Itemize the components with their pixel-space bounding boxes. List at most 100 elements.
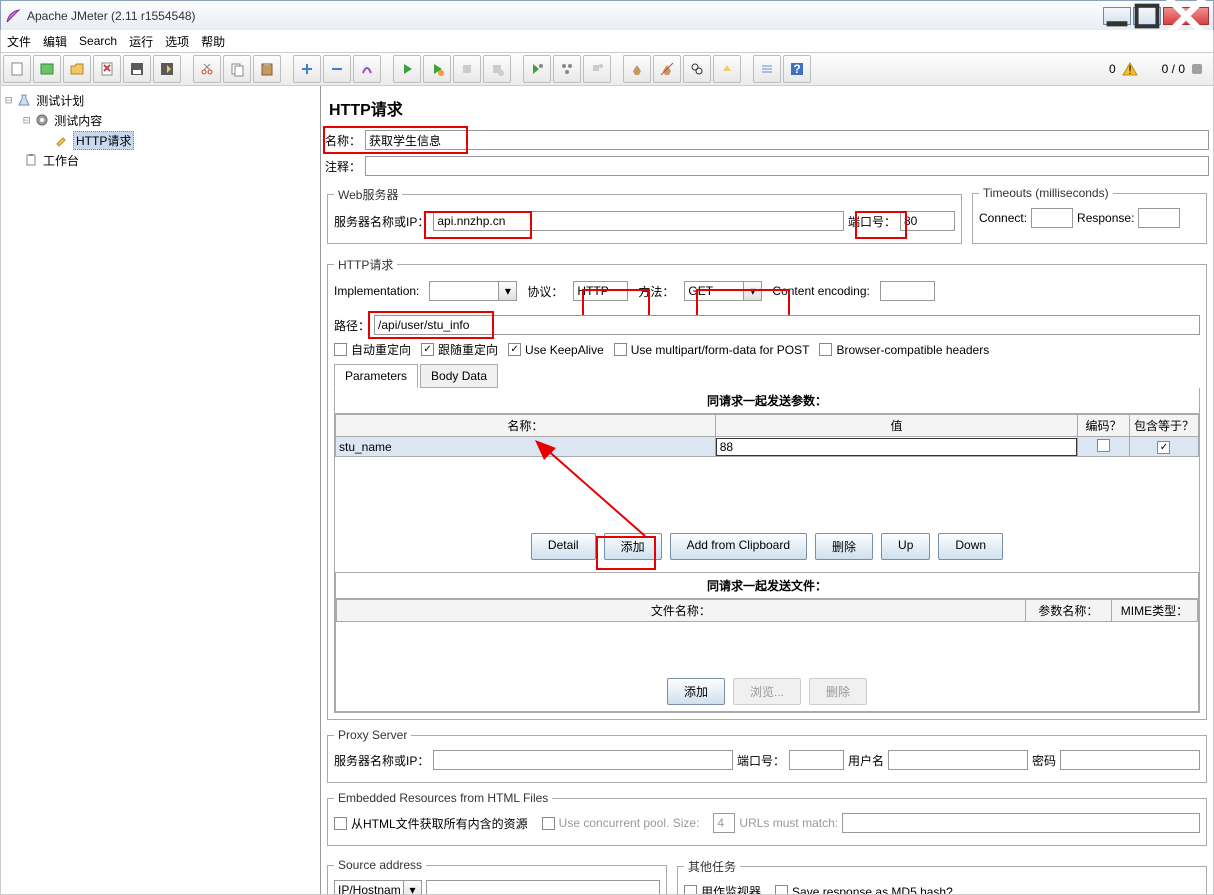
chk-keepalive[interactable]: Use KeepAlive — [508, 343, 604, 357]
param-value-input[interactable] — [716, 438, 1077, 456]
col-encode[interactable]: 编码？ — [1078, 415, 1130, 437]
svg-text:!: ! — [1128, 63, 1131, 77]
chk-md5[interactable]: Save response as MD5 hash? — [775, 885, 953, 895]
menu-run[interactable]: 运行 — [129, 33, 153, 50]
col-include[interactable]: 包含等于？ — [1129, 415, 1198, 437]
save-as-button[interactable] — [153, 55, 181, 83]
btn-down[interactable]: Down — [938, 533, 1003, 560]
name-input[interactable] — [365, 130, 1209, 150]
param-encode-chk[interactable] — [1097, 439, 1110, 452]
file-col-mime[interactable]: MIME类型： — [1111, 600, 1197, 622]
impl-combo[interactable]: ▾ — [429, 281, 517, 301]
param-name-input[interactable] — [336, 438, 715, 456]
remote-start-button[interactable] — [523, 55, 551, 83]
jmeter-icon — [5, 8, 21, 24]
clear-all-button[interactable] — [653, 55, 681, 83]
chk-monitor[interactable]: 用作监视器 — [684, 883, 761, 894]
col-value[interactable]: 值 — [715, 415, 1077, 437]
port-input[interactable] — [900, 211, 955, 231]
btn-up[interactable]: Up — [881, 533, 930, 560]
embedded-fieldset: Embedded Resources from HTML Files 从HTML… — [327, 791, 1207, 846]
start-button[interactable] — [393, 55, 421, 83]
save-button[interactable] — [123, 55, 151, 83]
stop-button[interactable] — [453, 55, 481, 83]
reset-search-button[interactable] — [713, 55, 741, 83]
chk-auto-redirect[interactable]: 自动重定向 — [334, 341, 411, 358]
source-input[interactable] — [426, 880, 660, 894]
chk-multipart[interactable]: Use multipart/form-data for POST — [614, 343, 810, 357]
tab-body-data[interactable]: Body Data — [420, 364, 498, 388]
menu-edit[interactable]: 编辑 — [43, 33, 67, 50]
file-col-param[interactable]: 参数名称： — [1025, 600, 1111, 622]
source-type-combo[interactable]: ▾ — [334, 880, 422, 894]
files-table: 文件名称： 参数名称： MIME类型： — [336, 599, 1198, 622]
btn-delete-file[interactable]: 删除 — [809, 678, 867, 705]
path-label: 路径： — [334, 317, 370, 334]
cut-button[interactable] — [193, 55, 221, 83]
param-row-1[interactable] — [336, 437, 1199, 457]
remote-stop-button[interactable] — [583, 55, 611, 83]
webserver-fieldset: Web服务器 服务器名称或IP： 端口号： — [327, 186, 962, 244]
param-tabs: Parameters Body Data — [334, 364, 1200, 388]
btn-add-param[interactable]: 添加 — [604, 533, 662, 560]
collapse-button[interactable] — [323, 55, 351, 83]
proxy-host-input[interactable] — [433, 750, 733, 770]
proxy-user-input[interactable] — [888, 750, 1028, 770]
maximize-button[interactable] — [1133, 7, 1161, 25]
urls-match-input[interactable] — [842, 813, 1200, 833]
chk-browser-compat[interactable]: Browser-compatible headers — [819, 343, 989, 357]
gears-icon — [34, 112, 50, 128]
close-file-button[interactable] — [93, 55, 121, 83]
path-input[interactable] — [374, 315, 1200, 335]
protocol-input[interactable] — [573, 281, 628, 301]
help-icon-button[interactable]: ? — [783, 55, 811, 83]
response-input[interactable] — [1138, 208, 1180, 228]
close-button[interactable] — [1163, 7, 1209, 25]
toggle-button[interactable] — [353, 55, 381, 83]
btn-browse-file[interactable]: 浏览... — [733, 678, 801, 705]
minimize-button[interactable] — [1103, 7, 1131, 25]
proxy-host-label: 服务器名称或IP： — [334, 752, 429, 769]
paste-button[interactable] — [253, 55, 281, 83]
copy-button[interactable] — [223, 55, 251, 83]
expand-button[interactable] — [293, 55, 321, 83]
open-button[interactable] — [63, 55, 91, 83]
chk-concurrent-pool: Use concurrent pool. Size: — [542, 816, 700, 830]
remote-start-all-button[interactable] — [553, 55, 581, 83]
tree-testcontent[interactable]: ⊟ 测试内容 — [23, 110, 316, 130]
menu-search[interactable]: Search — [79, 34, 117, 48]
clear-button[interactable] — [623, 55, 651, 83]
btn-detail[interactable]: Detail — [531, 533, 596, 560]
btn-add-clipboard[interactable]: Add from Clipboard — [670, 533, 807, 560]
encoding-input[interactable] — [880, 281, 935, 301]
templates-button[interactable] — [33, 55, 61, 83]
proxy-legend: Proxy Server — [334, 728, 411, 742]
menu-file[interactable]: 文件 — [7, 33, 31, 50]
btn-add-file[interactable]: 添加 — [667, 678, 725, 705]
tree-workbench[interactable]: 工作台 — [23, 150, 316, 170]
menu-options[interactable]: 选项 — [165, 33, 189, 50]
main-panel: HTTP请求 名称： 注释： Web服务器 服务器名称或IP： 端口号： — [321, 86, 1213, 894]
function-helper-button[interactable] — [753, 55, 781, 83]
tree-testplan[interactable]: ⊟ 测试计划 — [5, 90, 316, 110]
menu-help[interactable]: 帮助 — [201, 33, 225, 50]
connect-input[interactable] — [1031, 208, 1073, 228]
shutdown-button[interactable] — [483, 55, 511, 83]
start-no-timers-button[interactable] — [423, 55, 451, 83]
comment-input[interactable] — [365, 156, 1209, 176]
btn-delete-param[interactable]: 删除 — [815, 533, 873, 560]
file-col-name[interactable]: 文件名称： — [337, 600, 1026, 622]
proxy-pwd-input[interactable] — [1060, 750, 1200, 770]
method-combo[interactable]: ▾ — [684, 281, 762, 301]
proxy-port-input[interactable] — [789, 750, 844, 770]
chk-embedded-get[interactable]: 从HTML文件获取所有内含的资源 — [334, 815, 528, 832]
tree-httprequest[interactable]: HTTP请求 — [53, 130, 316, 150]
new-button[interactable] — [3, 55, 31, 83]
host-input[interactable] — [433, 211, 844, 231]
tab-parameters[interactable]: Parameters — [334, 364, 418, 388]
chk-follow-redirect[interactable]: 跟随重定向 — [421, 341, 498, 358]
param-include-chk[interactable] — [1157, 441, 1170, 454]
tree-panel[interactable]: ⊟ 测试计划 ⊟ 测试内容 HTTP请求 工作台 — [1, 86, 321, 894]
search-icon-button[interactable] — [683, 55, 711, 83]
col-name[interactable]: 名称： — [336, 415, 716, 437]
